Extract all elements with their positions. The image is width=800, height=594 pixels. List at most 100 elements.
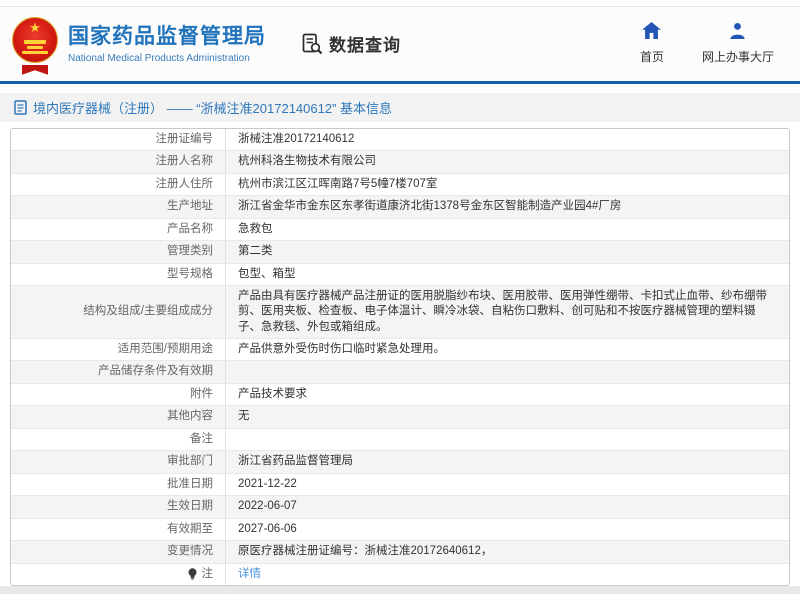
row-label: 审批部门	[11, 451, 226, 473]
row-value: 2022-06-07	[226, 496, 789, 518]
table-row: 变更情况 原医疗器械注册证编号：浙械注准20172640612，	[11, 540, 789, 563]
data-query-label: 数据查询	[329, 31, 401, 56]
table-row: 管理类别 第二类	[11, 240, 789, 263]
table-row: 适用范围/预期用途 产品供意外受伤时伤口临时紧急处理用。	[11, 338, 789, 361]
emblem-ribbon	[22, 65, 48, 75]
header-nav: 首页 网上办事大厅	[640, 22, 774, 65]
row-label: 附件	[11, 384, 226, 406]
row-value: 浙械注准20172140612	[226, 129, 789, 151]
row-value	[226, 429, 789, 451]
row-label-text: 备注	[190, 432, 213, 448]
row-label: 结构及组成/主要组成成分	[11, 286, 226, 338]
row-label-text: 注册人名称	[156, 154, 214, 170]
row-label: 注册证编号	[11, 129, 226, 151]
row-value-text: 产品供意外受伤时伤口临时紧急处理用。	[238, 342, 445, 358]
row-label-text: 审批部门	[167, 454, 213, 470]
row-label-text: 结构及组成/主要组成成分	[83, 304, 213, 320]
top-strip	[0, 0, 800, 7]
table-row: 生产地址 浙江省金华市金东区东孝街道康济北街1378号金东区智能制造产业园4#厂…	[11, 195, 789, 218]
row-value-text: 第二类	[238, 244, 273, 260]
table-row: 注册人名称 杭州科洛生物技术有限公司	[11, 150, 789, 173]
row-value: 无	[226, 406, 789, 428]
row-label: 适用范围/预期用途	[11, 339, 226, 361]
table-row: 结构及组成/主要组成成分 产品由具有医疗器械产品注册证的医用脱脂纱布块、医用胶带…	[11, 285, 789, 338]
row-label: 注	[11, 564, 226, 586]
row-label: 注册人住所	[11, 174, 226, 196]
row-label-text: 管理类别	[167, 244, 213, 260]
row-label-text: 型号规格	[167, 267, 213, 283]
row-value-text: 浙江省药品监督管理局	[238, 454, 353, 470]
row-value: 浙江省金华市金东区东孝街道康济北街1378号金东区智能制造产业园4#厂房	[226, 196, 789, 218]
row-label: 变更情况	[11, 541, 226, 563]
row-label-text: 产品储存条件及有效期	[98, 364, 213, 380]
row-label-text: 有效期至	[167, 522, 213, 538]
emblem-gate	[24, 40, 46, 44]
nav-home-label: 首页	[640, 48, 664, 65]
row-value-text: 杭州市滨江区江晖南路7号5幢7楼707室	[238, 177, 437, 193]
row-label: 型号规格	[11, 264, 226, 286]
row-value: 急救包	[226, 219, 789, 241]
row-value: 杭州市滨江区江晖南路7号5幢7楼707室	[226, 174, 789, 196]
table-row: 有效期至 2027-06-06	[11, 518, 789, 541]
row-value: 产品技术要求	[226, 384, 789, 406]
row-label-text: 批准日期	[167, 477, 213, 493]
breadcrumb: 境内医疗器械（注册） —— “浙械注准20172140612” 基本信息	[0, 93, 800, 122]
row-value: 包型、箱型	[226, 264, 789, 286]
site-header: ★ 国家药品监督管理局 National Medical Products Ad…	[0, 7, 800, 84]
nav-home[interactable]: 首页	[640, 22, 664, 65]
table-row: 其他内容 无	[11, 405, 789, 428]
row-label-text: 注	[202, 567, 214, 583]
row-value: 杭州科洛生物技术有限公司	[226, 151, 789, 173]
row-label: 有效期至	[11, 519, 226, 541]
breadcrumb-text: 境内医疗器械（注册） —— “浙械注准20172140612” 基本信息	[33, 98, 392, 117]
nav-online-service-hall-label: 网上办事大厅	[702, 48, 774, 65]
row-label: 生效日期	[11, 496, 226, 518]
row-value: 原医疗器械注册证编号：浙械注准20172640612，	[226, 541, 789, 563]
table-row: 注册人住所 杭州市滨江区江晖南路7号5幢7楼707室	[11, 173, 789, 196]
emblem-gate	[27, 46, 43, 49]
table-row: 注册证编号 浙械注准20172140612	[11, 129, 789, 151]
row-value: 产品由具有医疗器械产品注册证的医用脱脂纱布块、医用胶带、医用弹性绷带、卡扣式止血…	[226, 286, 789, 338]
nav-online-service-hall[interactable]: 网上办事大厅	[702, 22, 774, 65]
row-value: 浙江省药品监督管理局	[226, 451, 789, 473]
data-query-button[interactable]: 数据查询	[300, 31, 401, 56]
table-row: 型号规格 包型、箱型	[11, 263, 789, 286]
row-value: 2021-12-22	[226, 474, 789, 496]
detail-link[interactable]: 详情	[238, 567, 261, 583]
table-row: 生效日期 2022-06-07	[11, 495, 789, 518]
registration-info-table: 注册证编号 浙械注准20172140612 注册人名称 杭州科洛生物技术有限公司…	[10, 128, 790, 587]
table-row: 备注	[11, 428, 789, 451]
row-value-text: 包型、箱型	[238, 267, 296, 283]
row-value-text: 原医疗器械注册证编号：浙械注准20172640612，	[238, 544, 492, 560]
table-row: 附件 产品技术要求	[11, 383, 789, 406]
row-value-text: 急救包	[238, 222, 273, 238]
row-value-text: 2022-06-07	[238, 499, 297, 515]
row-value	[226, 361, 789, 383]
row-label-text: 注册人住所	[156, 177, 214, 193]
table-row: 审批部门 浙江省药品监督管理局	[11, 450, 789, 473]
table-row: 产品名称 急救包	[11, 218, 789, 241]
row-label-text: 生效日期	[167, 499, 213, 515]
emblem-gate	[22, 51, 48, 54]
table-row: 注 详情	[11, 563, 789, 586]
row-value: 详情	[226, 564, 789, 586]
row-value-text: 浙江省金华市金东区东孝街道康济北街1378号金东区智能制造产业园4#厂房	[238, 199, 621, 215]
row-value: 第二类	[226, 241, 789, 263]
home-icon	[642, 22, 661, 44]
row-label: 产品名称	[11, 219, 226, 241]
row-label: 注册人名称	[11, 151, 226, 173]
row-label-text: 适用范围/预期用途	[118, 342, 213, 358]
org-title-en: National Medical Products Administration	[68, 53, 266, 64]
row-value-text: 产品由具有医疗器械产品注册证的医用脱脂纱布块、医用胶带、医用弹性绷带、卡扣式止血…	[238, 289, 777, 336]
row-label-text: 其他内容	[167, 409, 213, 425]
row-value-text: 杭州科洛生物技术有限公司	[238, 154, 376, 170]
row-label: 其他内容	[11, 406, 226, 428]
row-label: 生产地址	[11, 196, 226, 218]
org-titles: 国家药品监督管理局 National Medical Products Admi…	[68, 24, 266, 64]
row-value-text: 2027-06-06	[238, 522, 297, 538]
page: ★ 国家药品监督管理局 National Medical Products Ad…	[0, 0, 800, 594]
row-label-text: 变更情况	[167, 544, 213, 560]
row-label-text: 附件	[190, 387, 213, 403]
bulb-icon	[187, 568, 198, 581]
page-icon	[14, 100, 27, 115]
